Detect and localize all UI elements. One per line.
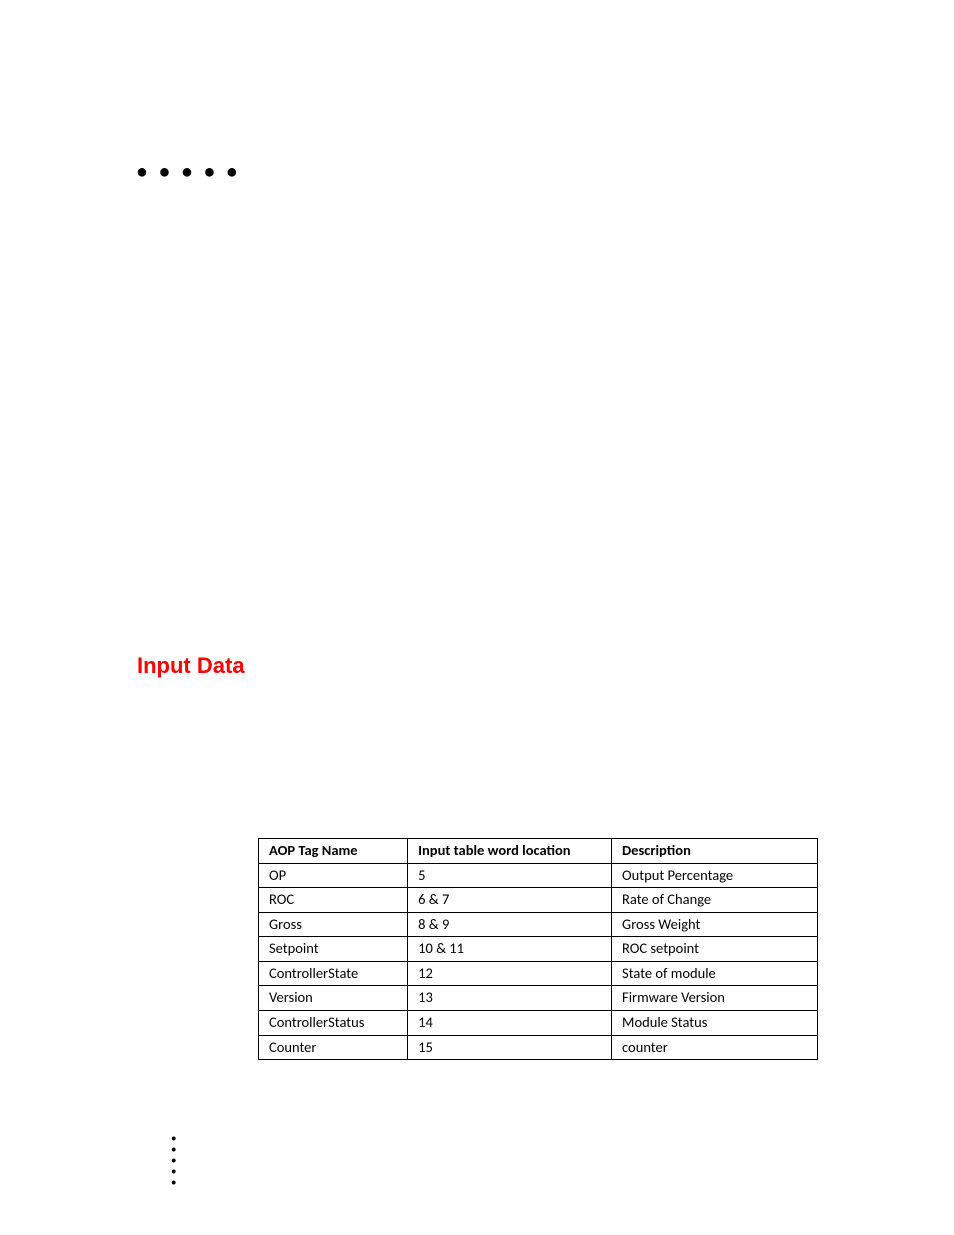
- cell-tag: OP: [259, 863, 408, 888]
- dot-icon: •: [171, 1177, 176, 1188]
- cell-tag: Setpoint: [259, 937, 408, 962]
- table-row: ControllerState 12 State of module: [259, 961, 818, 986]
- table-row: OP 5 Output Percentage: [259, 863, 818, 888]
- cell-loc: 15: [408, 1035, 612, 1060]
- cell-tag: ROC: [259, 888, 408, 913]
- table-row: Version 13 Firmware Version: [259, 986, 818, 1011]
- table-header-row: AOP Tag Name Input table word location D…: [259, 839, 818, 864]
- table-row: Gross 8 & 9 Gross Weight: [259, 912, 818, 937]
- table-row: ROC 6 & 7 Rate of Change: [259, 888, 818, 913]
- table-row: Counter 15 counter: [259, 1035, 818, 1060]
- cell-tag: Counter: [259, 1035, 408, 1060]
- cell-desc: counter: [612, 1035, 818, 1060]
- cell-loc: 5: [408, 863, 612, 888]
- header-description: Description: [612, 839, 818, 864]
- cell-tag: ControllerStatus: [259, 1010, 408, 1035]
- table-row: Setpoint 10 & 11 ROC setpoint: [259, 937, 818, 962]
- section-heading-input-data: Input Data: [137, 653, 245, 679]
- table-row: ControllerStatus 14 Module Status: [259, 1010, 818, 1035]
- cell-loc: 8 & 9: [408, 912, 612, 937]
- cell-loc: 10 & 11: [408, 937, 612, 962]
- header-aop-tag-name: AOP Tag Name: [259, 839, 408, 864]
- cell-loc: 14: [408, 1010, 612, 1035]
- cell-desc: Rate of Change: [612, 888, 818, 913]
- cell-desc: Module Status: [612, 1010, 818, 1035]
- cell-desc: State of module: [612, 961, 818, 986]
- cell-desc: ROC setpoint: [612, 937, 818, 962]
- page: • • • • • Input Data AOP Tag Name Input …: [0, 0, 954, 1235]
- decorative-dots-horizontal: • • • • •: [137, 160, 241, 184]
- decorative-dots-vertical: • • • • •: [171, 1133, 176, 1188]
- cell-desc: Output Percentage: [612, 863, 818, 888]
- cell-desc: Gross Weight: [612, 912, 818, 937]
- header-input-location: Input table word location: [408, 839, 612, 864]
- cell-loc: 13: [408, 986, 612, 1011]
- cell-tag: Version: [259, 986, 408, 1011]
- cell-loc: 6 & 7: [408, 888, 612, 913]
- cell-loc: 12: [408, 961, 612, 986]
- input-data-table: AOP Tag Name Input table word location D…: [258, 838, 818, 1060]
- cell-tag: Gross: [259, 912, 408, 937]
- cell-desc: Firmware Version: [612, 986, 818, 1011]
- cell-tag: ControllerState: [259, 961, 408, 986]
